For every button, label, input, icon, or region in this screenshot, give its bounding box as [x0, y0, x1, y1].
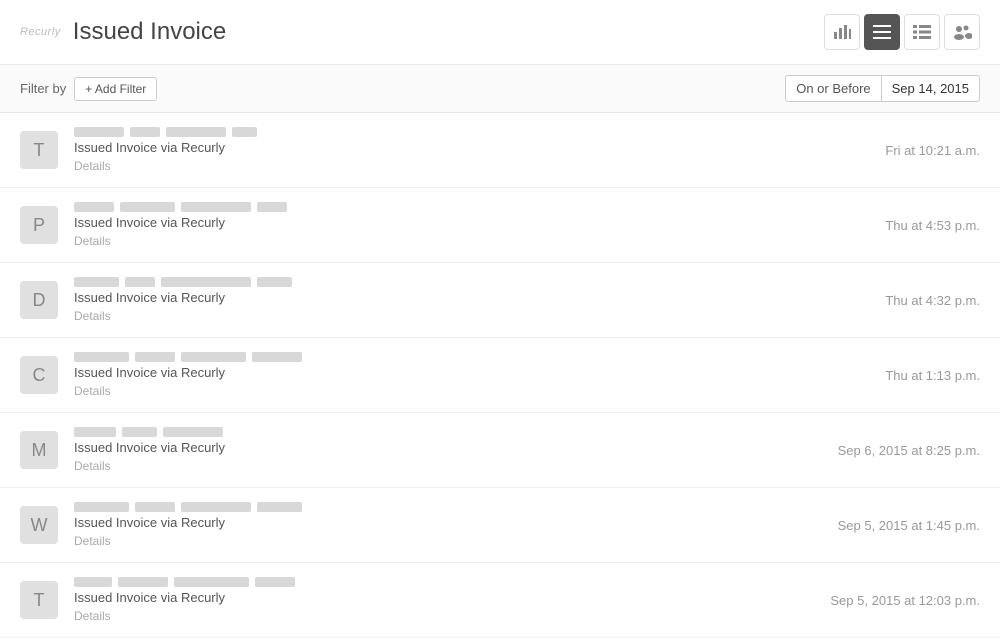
item-action-label: Issued Invoice via Recurly: [74, 215, 869, 230]
redacted-name-bar: [74, 577, 814, 587]
redacted-block: [118, 577, 168, 587]
list-detail-icon: [873, 25, 891, 39]
chart-view-button[interactable]: [824, 14, 860, 50]
avatar: W: [20, 506, 58, 544]
date-filter-button[interactable]: Sep 14, 2015: [881, 75, 980, 102]
people-icon: [952, 24, 972, 40]
avatar: T: [20, 131, 58, 169]
redacted-block: [74, 127, 124, 137]
item-timestamp: Sep 5, 2015 at 1:45 p.m.: [838, 518, 980, 533]
redacted-block: [135, 502, 175, 512]
list-view-button[interactable]: [904, 14, 940, 50]
redacted-block: [161, 277, 251, 287]
list-item: C Issued Invoice via Recurly Details Thu at…: [0, 338, 1000, 413]
header-left: Recurly Issued Invoice: [20, 18, 226, 46]
item-details-link[interactable]: Details: [74, 609, 111, 623]
avatar: P: [20, 206, 58, 244]
redacted-block: [130, 127, 160, 137]
avatar: D: [20, 281, 58, 319]
item-timestamp: Sep 6, 2015 at 8:25 p.m.: [838, 443, 980, 458]
redacted-block: [74, 352, 129, 362]
redacted-block: [181, 502, 251, 512]
filter-bar: Filter by + Add Filter On or Before Sep …: [0, 65, 1000, 113]
item-action-label: Issued Invoice via Recurly: [74, 515, 822, 530]
item-body: Issued Invoice via Recurly Details: [74, 202, 869, 248]
redacted-block: [74, 577, 112, 587]
redacted-name-bar: [74, 202, 869, 212]
item-timestamp: Thu at 1:13 p.m.: [885, 368, 980, 383]
item-timestamp: Thu at 4:53 p.m.: [885, 218, 980, 233]
item-body: Issued Invoice via Recurly Details: [74, 502, 822, 548]
bar-chart-icon: [833, 24, 851, 40]
redacted-block: [257, 277, 292, 287]
redacted-block: [135, 352, 175, 362]
redacted-block: [166, 127, 226, 137]
item-details-link[interactable]: Details: [74, 234, 111, 248]
item-action-label: Issued Invoice via Recurly: [74, 590, 814, 605]
redacted-block: [74, 502, 129, 512]
item-details-link[interactable]: Details: [74, 159, 111, 173]
avatar: C: [20, 356, 58, 394]
redacted-block: [120, 202, 175, 212]
avatar: T: [20, 581, 58, 619]
item-action-label: Issued Invoice via Recurly: [74, 440, 822, 455]
on-or-before-label: On or Before: [785, 75, 880, 102]
redacted-block: [74, 427, 116, 437]
avatar: M: [20, 431, 58, 469]
redacted-block: [232, 127, 257, 137]
list-item: P Issued Invoice via Recurly Details Thu at…: [0, 188, 1000, 263]
list-icon: [913, 25, 931, 39]
redacted-name-bar: [74, 277, 869, 287]
item-body: Issued Invoice via Recurly Details: [74, 277, 869, 323]
redacted-block: [74, 202, 114, 212]
redacted-name-bar: [74, 427, 822, 437]
list-item: D Issued Invoice via Recurly Details Thu at…: [0, 263, 1000, 338]
item-action-label: Issued Invoice via Recurly: [74, 290, 869, 305]
item-timestamp: Fri at 10:21 a.m.: [885, 143, 980, 158]
list-item: M Issued Invoice via Recurly Details Sep 6,…: [0, 413, 1000, 488]
redacted-block: [163, 427, 223, 437]
redacted-name-bar: [74, 127, 869, 137]
item-body: Issued Invoice via Recurly Details: [74, 427, 822, 473]
redacted-block: [125, 277, 155, 287]
redacted-name-bar: [74, 352, 869, 362]
item-details-link[interactable]: Details: [74, 309, 111, 323]
app-logo: Recurly: [20, 26, 61, 38]
header-icon-group: [824, 14, 980, 50]
item-body: Issued Invoice via Recurly Details: [74, 127, 869, 173]
redacted-block: [257, 202, 287, 212]
list-detail-view-button[interactable]: [864, 14, 900, 50]
item-body: Issued Invoice via Recurly Details: [74, 352, 869, 398]
redacted-block: [255, 577, 295, 587]
people-view-button[interactable]: [944, 14, 980, 50]
list-item: T Issued Invoice via Recurly Details Sep 5,…: [0, 563, 1000, 638]
add-filter-button[interactable]: + Add Filter: [74, 77, 157, 101]
item-details-link[interactable]: Details: [74, 459, 111, 473]
redacted-block: [174, 577, 249, 587]
filter-right: On or Before Sep 14, 2015: [785, 75, 980, 102]
item-action-label: Issued Invoice via Recurly: [74, 365, 869, 380]
redacted-block: [257, 502, 302, 512]
redacted-block: [181, 202, 251, 212]
item-timestamp: Sep 5, 2015 at 12:03 p.m.: [830, 593, 980, 608]
item-details-link[interactable]: Details: [74, 384, 111, 398]
list-item: T Issued Invoice via Recurly Details Fri at…: [0, 113, 1000, 188]
redacted-block: [74, 277, 119, 287]
item-action-label: Issued Invoice via Recurly: [74, 140, 869, 155]
filter-left: Filter by + Add Filter: [20, 77, 157, 101]
invoice-list: T Issued Invoice via Recurly Details Fri at…: [0, 113, 1000, 638]
item-details-link[interactable]: Details: [74, 534, 111, 548]
list-item: W Issued Invoice via Recurly Details Sep 5,…: [0, 488, 1000, 563]
item-timestamp: Thu at 4:32 p.m.: [885, 293, 980, 308]
redacted-block: [181, 352, 246, 362]
item-body: Issued Invoice via Recurly Details: [74, 577, 814, 623]
redacted-block: [252, 352, 302, 362]
page-header: Recurly Issued Invoice: [0, 0, 1000, 65]
redacted-name-bar: [74, 502, 822, 512]
redacted-block: [122, 427, 157, 437]
filter-by-label: Filter by: [20, 81, 66, 96]
page-title: Issued Invoice: [73, 18, 226, 46]
